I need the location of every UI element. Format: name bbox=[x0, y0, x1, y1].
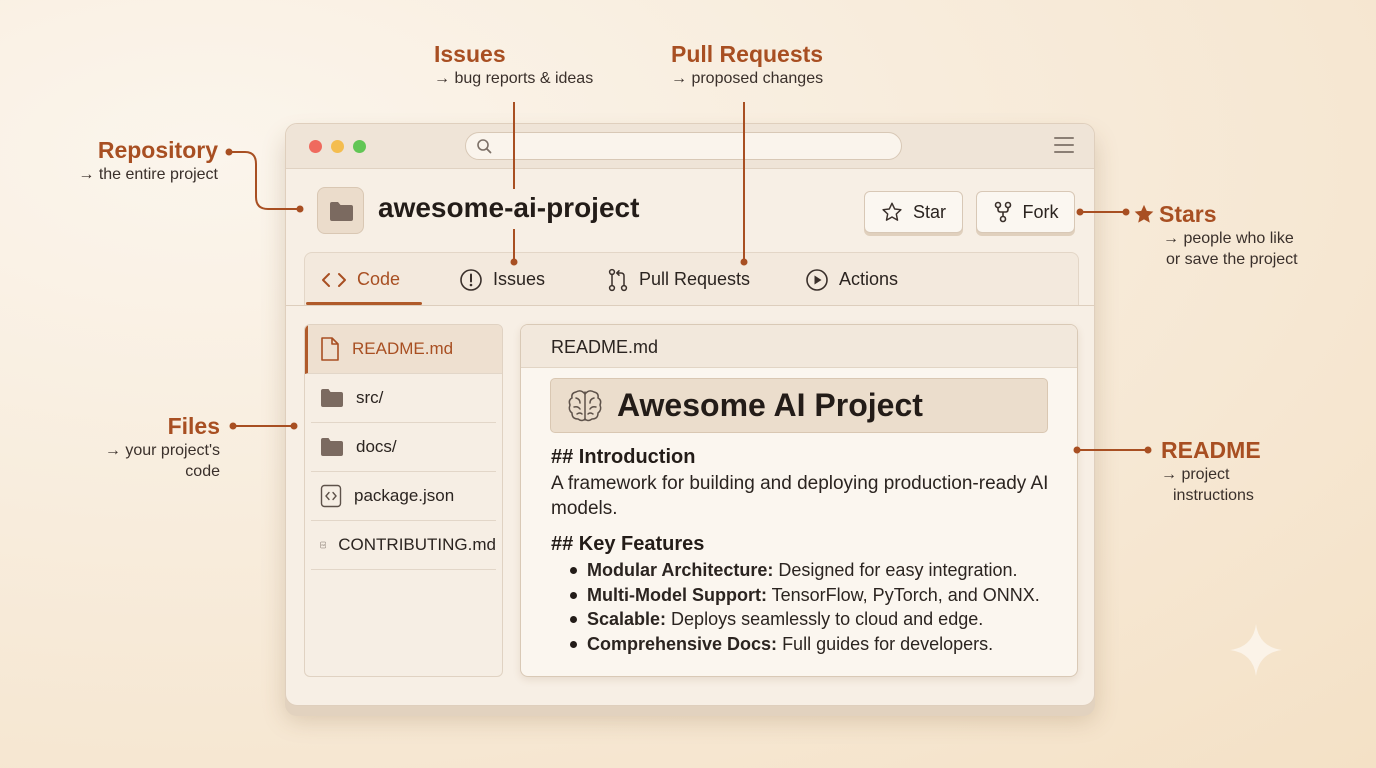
feature-text: Deploys seamlessly to cloud and edge. bbox=[666, 609, 984, 629]
annotation-repository-desc: → the entire project bbox=[78, 166, 218, 183]
file-list: README.md src/ docs/ package.json md CON… bbox=[304, 324, 503, 677]
annotation-readme-desc: → project instructions bbox=[1161, 464, 1261, 506]
annotation-readme-desc-line2: instructions bbox=[1173, 487, 1254, 504]
annotation-stars-desc: → people who like or save the project bbox=[1133, 228, 1298, 270]
search-icon bbox=[477, 139, 492, 154]
tab-issues-label: Issues bbox=[493, 269, 546, 289]
tab-pull-requests[interactable]: Pull Requests bbox=[607, 253, 750, 306]
address-bar[interactable] bbox=[465, 132, 902, 160]
pull-request-icon bbox=[608, 268, 628, 291]
star-button[interactable]: Star bbox=[864, 191, 963, 233]
repository-folder-icon bbox=[317, 187, 364, 234]
star-outline-icon bbox=[882, 202, 902, 221]
annotation-repository: Repository → the entire project bbox=[70, 137, 218, 185]
feature-text: TensorFlow, PyTorch, and ONNX. bbox=[766, 584, 1040, 605]
readme-title: Awesome AI Project bbox=[617, 387, 923, 423]
tab-actions-label: Actions bbox=[839, 269, 899, 289]
annotation-readme: README → project instructions bbox=[1161, 437, 1261, 506]
feature-label: Multi-Model Support: bbox=[587, 584, 767, 605]
feature-label: Modular Architecture: bbox=[587, 560, 774, 580]
annotation-files: Files → your project's code bbox=[90, 413, 220, 482]
annotation-readme-title: README bbox=[1161, 437, 1261, 463]
file-item-label: src/ bbox=[356, 388, 384, 407]
tab-code-label: Code bbox=[357, 269, 401, 289]
folder-icon bbox=[321, 389, 343, 407]
connector-dot bbox=[1122, 208, 1130, 216]
star-button-label: Star bbox=[912, 201, 946, 222]
fork-icon bbox=[994, 201, 1011, 223]
title-bar bbox=[286, 124, 1094, 169]
readme-features-heading: ## Key Features bbox=[551, 533, 705, 555]
issue-icon bbox=[460, 268, 482, 291]
annotation-issues: Issues → bug reports & ideas bbox=[434, 41, 593, 89]
annotation-stars-desc-line2: or save the project bbox=[1166, 251, 1298, 268]
minimize-window-button[interactable] bbox=[331, 140, 344, 153]
tab-pull-requests-label: Pull Requests bbox=[639, 269, 751, 289]
annotation-pull-requests-desc: → proposed changes bbox=[671, 70, 824, 87]
code-file-icon bbox=[320, 484, 342, 508]
file-item-contributing[interactable]: md CONTRIBUTING.md bbox=[311, 521, 496, 570]
annotation-files-desc: → your project's code bbox=[90, 440, 220, 482]
star-filled-icon bbox=[1134, 204, 1154, 223]
list-item: Multi-Model Support: TensorFlow, PyTorch… bbox=[570, 583, 1067, 608]
file-item-readme[interactable]: README.md bbox=[305, 325, 502, 374]
annotation-pull-requests-title: Pull Requests bbox=[671, 41, 824, 67]
fork-button-label: Fork bbox=[1022, 201, 1059, 222]
annotation-pull-requests: Pull Requests → proposed changes bbox=[671, 41, 823, 89]
connector-dot bbox=[229, 422, 237, 430]
fork-button[interactable]: Fork bbox=[976, 191, 1075, 233]
feature-text: Full guides for developers. bbox=[777, 633, 994, 654]
file-item-package-json[interactable]: package.json bbox=[311, 472, 496, 521]
feature-label: Comprehensive Docs: bbox=[587, 633, 778, 654]
file-item-label: README.md bbox=[352, 339, 454, 358]
tab-code[interactable]: Code bbox=[321, 253, 400, 306]
sparkle-icon bbox=[1230, 624, 1282, 676]
file-item-docs[interactable]: docs/ bbox=[311, 423, 496, 472]
annotation-stars-title: Stars bbox=[1133, 201, 1298, 228]
file-item-label: docs/ bbox=[356, 437, 397, 456]
file-icon bbox=[321, 337, 339, 361]
list-item: Modular Architecture: Designed for easy … bbox=[570, 558, 1067, 583]
markdown-file-icon: md bbox=[320, 541, 327, 549]
repository-tabs: Code Issues Pull Requests Actions bbox=[304, 252, 1079, 305]
feature-text: Designed for easy integration. bbox=[773, 560, 1018, 580]
annotation-files-desc-line2: code bbox=[185, 463, 220, 480]
file-item-label: CONTRIBUTING.md bbox=[338, 535, 496, 554]
connector-dot bbox=[225, 148, 233, 156]
file-item-label: package.json bbox=[354, 486, 455, 505]
svg-text:md: md bbox=[321, 544, 325, 547]
close-window-button[interactable] bbox=[309, 140, 322, 153]
hamburger-menu-icon[interactable] bbox=[1054, 137, 1074, 153]
readme-features-list: Modular Architecture: Designed for easy … bbox=[570, 558, 1067, 657]
readme-intro-text: A framework for building and deploying p… bbox=[551, 473, 1049, 519]
tab-actions[interactable]: Actions bbox=[805, 253, 898, 306]
readme-intro-heading: ## Introduction bbox=[551, 446, 696, 468]
annotation-files-desc-line1: → your project's bbox=[104, 442, 220, 459]
connector-dot bbox=[1144, 446, 1152, 454]
annotation-issues-desc: → bug reports & ideas bbox=[434, 70, 594, 87]
play-icon bbox=[806, 268, 828, 291]
code-icon bbox=[322, 272, 346, 287]
list-item: Scalable: Deploys seamlessly to cloud an… bbox=[570, 607, 1067, 632]
readme-title-box: Awesome AI Project bbox=[550, 378, 1048, 433]
feature-label: Scalable: bbox=[587, 609, 667, 629]
annotation-stars-label: Stars bbox=[1159, 201, 1217, 227]
folder-icon bbox=[321, 438, 343, 456]
annotation-stars: Stars → people who like or save the proj… bbox=[1133, 201, 1298, 270]
annotation-stars-desc-line1: → people who like bbox=[1163, 230, 1294, 247]
readme-panel: README.md Awesome AI Project ## Introduc… bbox=[520, 324, 1078, 677]
file-item-src[interactable]: src/ bbox=[311, 374, 496, 423]
annotation-issues-title: Issues bbox=[434, 41, 506, 67]
tab-divider bbox=[286, 305, 1094, 306]
tab-issues[interactable]: Issues bbox=[459, 253, 545, 306]
maximize-window-button[interactable] bbox=[353, 140, 366, 153]
annotation-readme-desc-line1: → project bbox=[1161, 466, 1230, 483]
annotation-repository-title: Repository bbox=[97, 137, 218, 163]
readme-filename: README.md bbox=[521, 325, 1077, 368]
browser-window: awesome-ai-project Star Fork Code Issues… bbox=[285, 123, 1095, 706]
brain-icon bbox=[568, 389, 602, 421]
list-item: Comprehensive Docs: Full guides for deve… bbox=[570, 632, 1067, 657]
annotation-files-title: Files bbox=[167, 413, 220, 439]
repository-name[interactable]: awesome-ai-project bbox=[378, 192, 639, 224]
